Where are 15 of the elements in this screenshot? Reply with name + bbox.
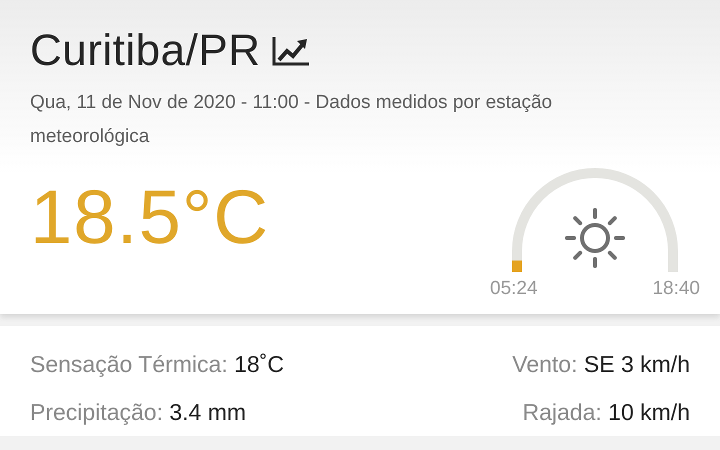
sunset-time: 18:40 [652, 278, 700, 300]
detail-value: 3.4 mm [169, 399, 246, 425]
detail-value: 18˚C [234, 351, 284, 377]
trend-chart-icon[interactable] [272, 35, 310, 67]
temperature: 18.5°C [30, 174, 270, 261]
city-title: Curitiba/PR [30, 26, 260, 76]
detail-label: Sensação Térmica: [30, 351, 229, 377]
detail-label: Vento: [512, 351, 578, 377]
sunrise-time: 05:24 [490, 278, 538, 300]
detail-label: Precipitação: [30, 399, 164, 425]
detail-label: Rajada: [522, 399, 603, 425]
sun-icon [565, 208, 625, 268]
detail-value: SE 3 km/h [584, 351, 690, 377]
date-subtitle: Qua, 11 de Nov de 2020 - 11:00 - Dados medidos por estação meteorológica [30, 91, 554, 149]
detail-value: 10 km/h [608, 399, 690, 425]
